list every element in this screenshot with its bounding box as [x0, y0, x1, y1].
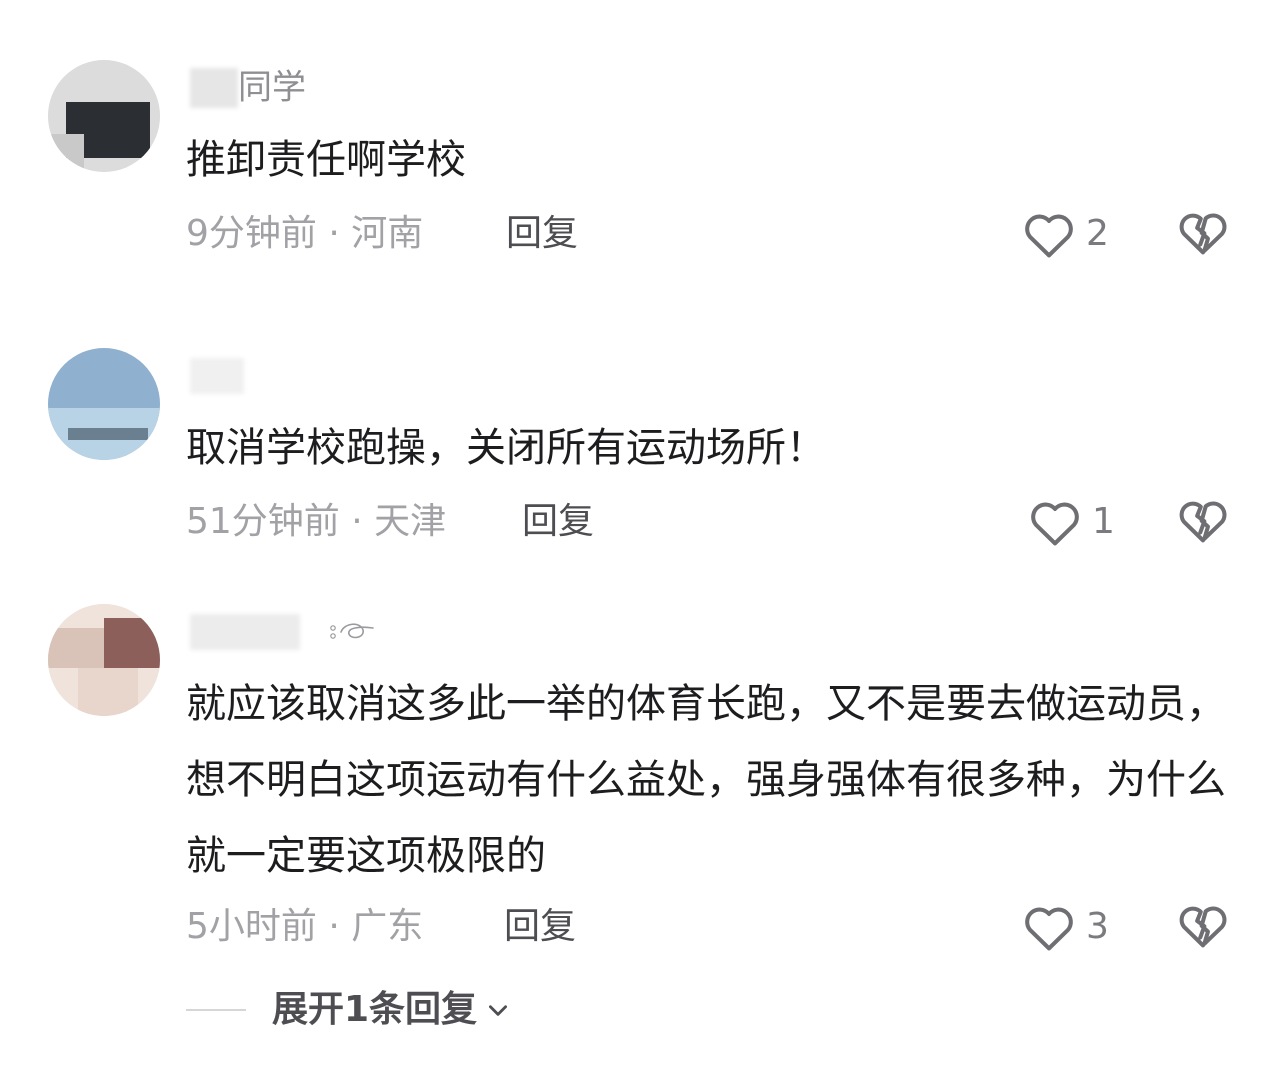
reply-button[interactable]: 回复	[504, 905, 576, 949]
meta-separator: ·	[328, 906, 340, 947]
decorative-swirl-icon	[330, 622, 374, 639]
like-button[interactable]: 2	[1022, 206, 1109, 262]
expand-replies-label: 展开1条回复	[272, 989, 478, 1030]
like-count: 3	[1086, 906, 1109, 947]
expand-divider-line	[186, 1009, 246, 1011]
reply-button[interactable]: 回复	[506, 212, 578, 256]
broken-heart-icon	[1179, 213, 1227, 255]
avatar[interactable]	[48, 60, 160, 172]
dislike-button[interactable]	[1176, 899, 1232, 955]
username[interactable]	[190, 354, 244, 394]
username[interactable]: 同学	[190, 66, 306, 108]
chevron-down-icon	[489, 1005, 508, 1016]
username[interactable]	[190, 610, 377, 650]
comment-meta: 9分钟前 · 河南	[186, 212, 423, 256]
dislike-button[interactable]	[1176, 494, 1232, 550]
comment-location: 河南	[351, 213, 424, 254]
dislike-button[interactable]	[1176, 206, 1232, 262]
heart-outline-icon	[1025, 214, 1073, 258]
heart-outline-icon	[1025, 907, 1073, 951]
comment-location: 天津	[374, 501, 447, 542]
like-button[interactable]: 3	[1022, 899, 1109, 955]
broken-heart-icon	[1179, 906, 1227, 948]
comment-text: 就应该取消这多此一举的体育长跑，又不是要去做运动员，想不明白这项运动有什么益处，…	[186, 681, 1226, 879]
reply-button[interactable]: 回复	[522, 500, 594, 544]
comment-meta: 5小时前 · 广东	[186, 905, 423, 949]
avatar[interactable]	[48, 604, 160, 716]
comment-time: 5小时前	[186, 906, 317, 947]
comment-location: 广东	[351, 906, 424, 947]
like-count: 2	[1086, 213, 1109, 254]
heart-outline-icon	[1031, 502, 1079, 546]
avatar[interactable]	[48, 348, 160, 460]
username-blur	[190, 67, 238, 108]
comment-time: 51分钟前	[186, 501, 340, 542]
meta-separator: ·	[328, 213, 340, 254]
broken-heart-icon	[1179, 501, 1227, 543]
like-button[interactable]: 1	[1028, 494, 1115, 550]
expand-replies-button[interactable]: 展开1条回复	[186, 988, 511, 1032]
comment-time: 9分钟前	[186, 213, 317, 254]
username-blur	[190, 613, 300, 650]
comment-meta: 51分钟前 · 天津	[186, 500, 446, 544]
like-count: 1	[1092, 501, 1115, 542]
comment-text: 推卸责任啊学校	[186, 137, 466, 183]
meta-separator: ·	[351, 501, 363, 542]
username-text: 同学	[238, 67, 306, 108]
comment-text: 取消学校跑操，关闭所有运动场所！	[186, 425, 826, 471]
username-blur	[190, 357, 244, 394]
